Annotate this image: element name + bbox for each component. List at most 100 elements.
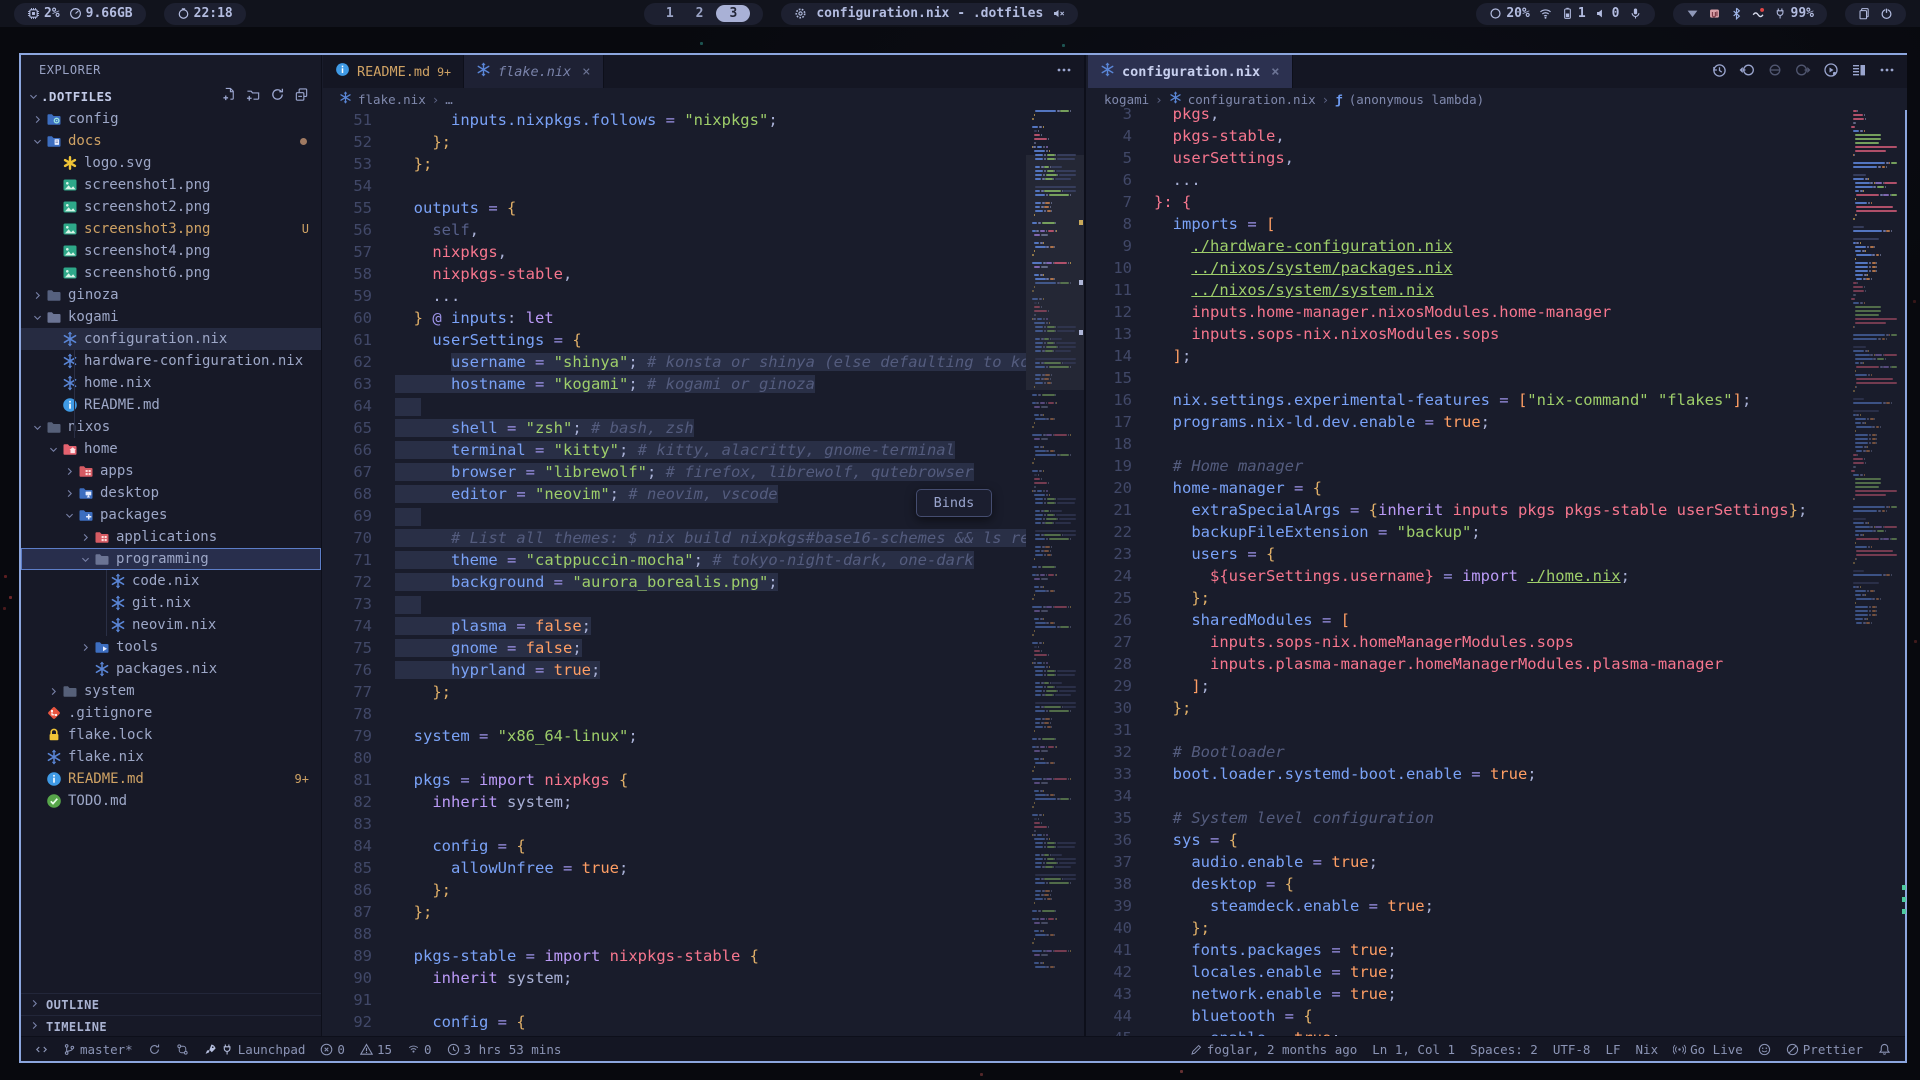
outline-panel-header[interactable]: OUTLINE	[21, 993, 321, 1015]
close-icon[interactable]: ×	[1271, 64, 1279, 80]
chevron-down-icon[interactable]	[61, 510, 77, 521]
statusbar-ports[interactable]: 0	[407, 1042, 432, 1057]
tree-item-home-nix[interactable]: home.nix	[21, 372, 321, 394]
statusbar-remote-indicator[interactable]	[35, 1043, 48, 1056]
chevron-down-icon[interactable]	[29, 136, 45, 147]
chevron-right-icon[interactable]	[29, 114, 45, 125]
tree-item-applications[interactable]: applications	[21, 526, 321, 548]
file-history-icon[interactable]	[1711, 62, 1727, 82]
chevron-right-icon[interactable]	[61, 466, 77, 477]
chevron-right-icon[interactable]	[77, 642, 93, 653]
chevron-right-icon[interactable]	[29, 290, 45, 301]
tree-item-screenshot3-png[interactable]: screenshot3.pngU	[21, 218, 321, 240]
tab-configuration-nix[interactable]: configuration.nix ×	[1088, 55, 1293, 88]
close-icon[interactable]: ×	[582, 64, 590, 80]
code-editor-flake[interactable]: 51 inputs.nixpkgs.follows = "nixpkgs";52…	[323, 109, 1030, 1036]
clock-pill[interactable]: 22:18	[164, 3, 246, 25]
refresh-explorer-icon[interactable]	[270, 87, 285, 105]
breadcrumb-file[interactable]: flake.nix	[358, 92, 426, 107]
tree-item-tools[interactable]: tools	[21, 636, 321, 658]
tree-item-config[interactable]: config	[21, 108, 321, 130]
system-stats-pill[interactable]: 2%9.66GB	[14, 3, 146, 25]
statusbar-git-sync[interactable]	[148, 1043, 161, 1056]
more-actions-icon[interactable]	[1879, 62, 1895, 82]
split-editor-icon[interactable]	[1851, 62, 1867, 82]
tree-item-neovim-nix[interactable]: neovim.nix	[21, 614, 321, 636]
tab-readme[interactable]: README.md 9+	[323, 55, 464, 88]
tree-item-flake-nix[interactable]: flake.nix	[21, 746, 321, 768]
tree-item-kogami[interactable]: kogami	[21, 306, 321, 328]
chevron-down-icon[interactable]	[29, 312, 45, 323]
chevron-down-icon[interactable]	[29, 422, 45, 433]
tab-flake-nix[interactable]: flake.nix ×	[464, 55, 604, 88]
statusbar-launchpad[interactable]: Launchpad	[204, 1042, 306, 1057]
status-pill[interactable]: 20%10	[1476, 3, 1654, 25]
section-dotfiles[interactable]: .DOTFILES	[21, 84, 321, 108]
tree-item-programming[interactable]: programming	[21, 548, 321, 570]
tree-item-screenshot6-png[interactable]: screenshot6.png	[21, 262, 321, 284]
tree-item-code-nix[interactable]: code.nix	[21, 570, 321, 592]
statusbar-go-live[interactable]: Go Live	[1673, 1042, 1743, 1057]
workspace-2[interactable]: 2	[687, 6, 713, 21]
tree-item-desktop[interactable]: desktop	[21, 482, 321, 504]
workspace-3[interactable]: 3	[716, 5, 750, 22]
new-file-icon[interactable]	[222, 87, 237, 105]
tree-item-home[interactable]: home	[21, 438, 321, 460]
tree-item-system[interactable]: system	[21, 680, 321, 702]
new-folder-icon[interactable]	[246, 87, 261, 105]
tree-item-apps[interactable]: apps	[21, 460, 321, 482]
tree-item-packages-nix[interactable]: packages.nix	[21, 658, 321, 680]
tree-item-configuration-nix[interactable]: configuration.nix	[21, 328, 321, 350]
statusbar-indentation[interactable]: Spaces: 2	[1470, 1042, 1538, 1057]
statusbar-eol[interactable]: LF	[1605, 1042, 1620, 1057]
code-editor-configuration[interactable]: 3 pkgs,4 pkgs-stable,5 userSettings,6 ..…	[1088, 103, 1866, 1036]
tree-item--gitignore[interactable]: .gitignore	[21, 702, 321, 724]
breadcrumb-symbol[interactable]: …	[445, 92, 453, 107]
statusbar-feedback[interactable]	[1758, 1043, 1771, 1056]
chevron-down-icon[interactable]	[77, 554, 93, 565]
tree-item-logo-svg[interactable]: logo.svg	[21, 152, 321, 174]
tree-item-readme-md[interactable]: README.md9+	[21, 768, 321, 790]
chevron-right-icon[interactable]	[77, 532, 93, 543]
chevron-right-icon[interactable]	[45, 686, 61, 697]
tree-item-ginoza[interactable]: ginoza	[21, 284, 321, 306]
statusbar-prettier[interactable]: Prettier	[1786, 1042, 1863, 1057]
chevron-right-icon[interactable]	[61, 488, 77, 499]
statusbar-problems-errors[interactable]: 0	[320, 1042, 345, 1057]
statusbar-encoding[interactable]: UTF-8	[1553, 1042, 1591, 1057]
change-icon[interactable]	[1767, 62, 1783, 82]
chevron-down-icon[interactable]	[45, 444, 61, 455]
tray-pill[interactable]: 99%	[1673, 3, 1827, 25]
statusbar-wakatime[interactable]: 3 hrs 53 mins	[447, 1042, 562, 1057]
tree-item-docs[interactable]: docs	[21, 130, 321, 152]
more-actions-icon[interactable]	[1056, 62, 1072, 82]
run-icon[interactable]	[1823, 62, 1839, 82]
tree-item-packages[interactable]: packages	[21, 504, 321, 526]
statusbar-gitlens-compare[interactable]	[176, 1043, 189, 1056]
smiley-icon	[1758, 1043, 1771, 1056]
tree-item-git-nix[interactable]: git.nix	[21, 592, 321, 614]
previous-change-icon[interactable]	[1739, 62, 1755, 82]
statusbar-language-mode[interactable]: Nix	[1636, 1042, 1659, 1057]
tree-item-nixos[interactable]: nixos	[21, 416, 321, 438]
timeline-panel-header[interactable]: TIMELINE	[21, 1015, 321, 1037]
tree-item-flake-lock[interactable]: flake.lock	[21, 724, 321, 746]
tree-item-screenshot4-png[interactable]: screenshot4.png	[21, 240, 321, 262]
statusbar-cursor-position[interactable]: Ln 1, Col 1	[1372, 1042, 1455, 1057]
tree-item-readme-md[interactable]: README.md	[21, 394, 321, 416]
session-pill[interactable]	[1845, 3, 1906, 25]
next-change-icon[interactable]	[1795, 62, 1811, 82]
workspace-1[interactable]: 1	[657, 6, 683, 21]
tree-item-screenshot2-png[interactable]: screenshot2.png	[21, 196, 321, 218]
collapse-folders-icon[interactable]	[294, 87, 309, 105]
statusbar-problems-warnings[interactable]: 15	[360, 1042, 392, 1057]
statusbar-git-branch[interactable]: master*	[63, 1042, 133, 1057]
statusbar-notifications-bell[interactable]	[1878, 1043, 1891, 1056]
line-number: 5	[1088, 147, 1132, 169]
tree-item-screenshot1-png[interactable]: screenshot1.png	[21, 174, 321, 196]
tree-item-todo-md[interactable]: TODO.md	[21, 790, 321, 812]
minimap[interactable]	[1026, 100, 1084, 1036]
statusbar-git-blame[interactable]: foglar, 2 months ago	[1190, 1042, 1358, 1057]
minimap[interactable]	[1847, 100, 1901, 1036]
tree-item-hardware-configuration-nix[interactable]: hardware-configuration.nix	[21, 350, 321, 372]
